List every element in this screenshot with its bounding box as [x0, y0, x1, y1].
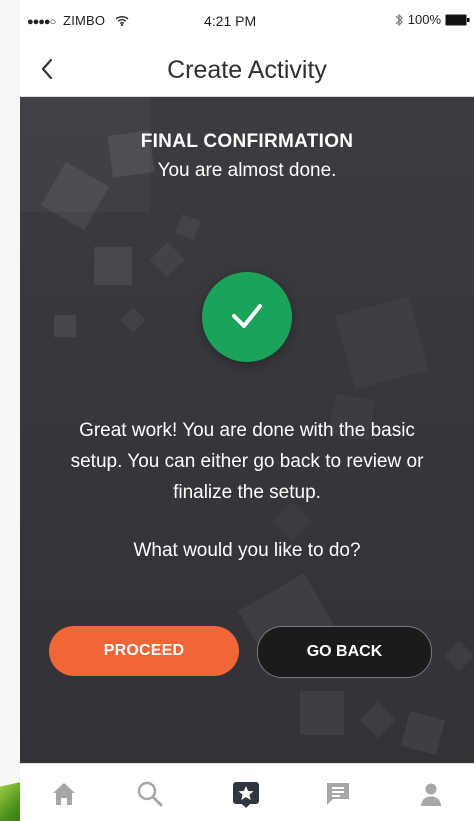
- tab-search[interactable]: [130, 777, 170, 811]
- home-icon: [53, 783, 75, 805]
- create-activity-icon: [233, 782, 259, 808]
- phone-screen: ●●●●○ ZIMBO 4:21 PM 100% Create Activity…: [20, 0, 474, 821]
- page-title: Create Activity: [167, 56, 327, 84]
- status-time: 4:21 PM: [204, 13, 257, 29]
- confirmation-subtitle: You are almost done.: [157, 160, 337, 181]
- background-shape: [94, 247, 132, 285]
- completion-message: Great work! You are done with the basic …: [70, 420, 424, 503]
- battery-percent: 100%: [407, 12, 441, 27]
- check-icon: [232, 304, 262, 328]
- profile-icon: [421, 783, 441, 806]
- tab-profile[interactable]: [411, 777, 451, 811]
- search-icon: [137, 781, 163, 807]
- background-shape: [335, 296, 428, 389]
- proceed-button[interactable]: PROCEED: [49, 626, 239, 676]
- background-shape: [175, 214, 201, 240]
- next-step-question: What would you like to do?: [133, 540, 361, 561]
- success-badge: [202, 272, 292, 362]
- wifi-icon: [115, 14, 129, 27]
- battery-icon: [445, 14, 470, 26]
- app-screenshot: ●●●●○ ZIMBO 4:21 PM 100% Create Activity…: [0, 0, 474, 821]
- bluetooth-icon: [394, 13, 404, 27]
- battery-area: 100%: [394, 12, 470, 27]
- go-back-button[interactable]: GO BACK: [257, 626, 432, 678]
- navigation-bar: Create Activity: [20, 42, 474, 97]
- bottom-tab-bar: [20, 763, 474, 821]
- background-shape: [400, 710, 446, 756]
- background-shape: [443, 640, 474, 672]
- message-icon: [327, 783, 349, 805]
- background-shape: [149, 241, 186, 278]
- left-background: [0, 0, 39, 821]
- background-shape: [300, 691, 344, 735]
- signal-indicator: ●●●●○: [27, 16, 56, 28]
- tab-home[interactable]: [44, 777, 84, 811]
- background-shape: [359, 701, 397, 739]
- carrier-name: ZIMBO: [63, 13, 106, 28]
- status-bar: ●●●●○ ZIMBO 4:21 PM 100%: [20, 0, 474, 42]
- tab-messages[interactable]: [318, 777, 358, 811]
- tab-create-activity[interactable]: [226, 777, 266, 811]
- confirmation-panel: FINAL CONFIRMATION You are almost done. …: [20, 97, 474, 763]
- background-shape: [120, 307, 146, 333]
- carrier-indicator: ●●●●○ ZIMBO: [27, 13, 129, 28]
- confirmation-title: FINAL CONFIRMATION: [140, 131, 354, 152]
- background-shape: [54, 315, 76, 337]
